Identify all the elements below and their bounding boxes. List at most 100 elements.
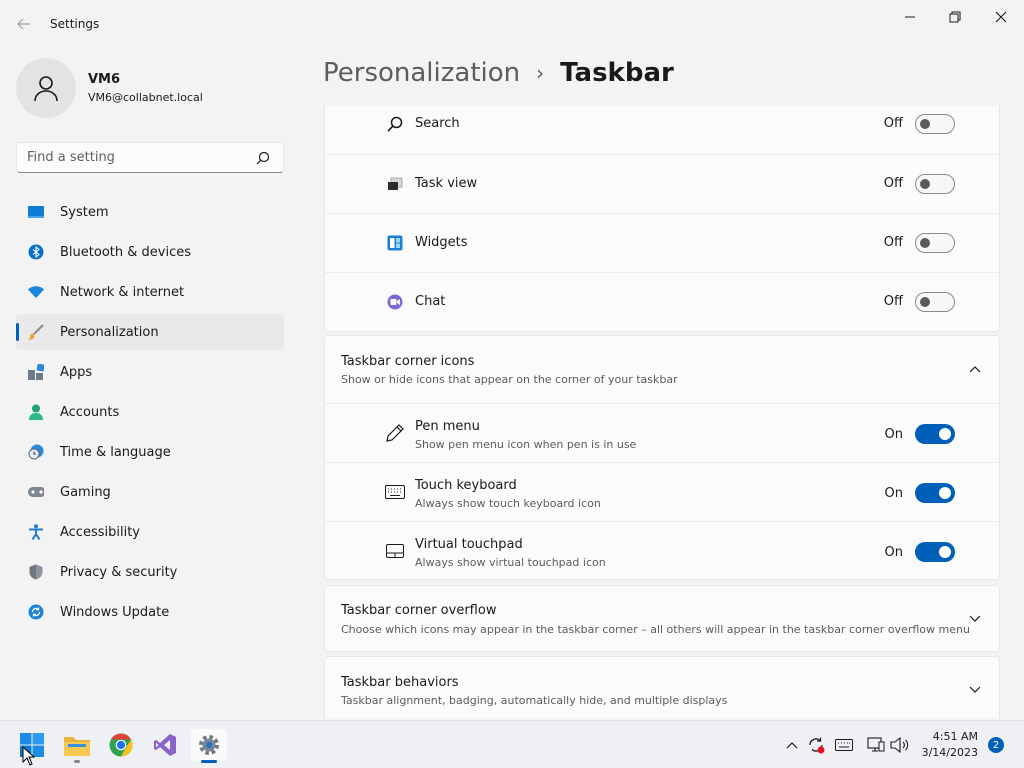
person-icon	[34, 76, 58, 102]
toggle-state-text: On	[884, 545, 903, 560]
gear-icon	[199, 735, 219, 755]
search-box[interactable]	[16, 142, 284, 173]
app-title: Settings	[50, 17, 100, 31]
minimize-button[interactable]	[887, 6, 933, 28]
setting-label: Pen menu	[415, 419, 480, 434]
minimize-icon	[905, 16, 915, 18]
page-title: Taskbar	[560, 58, 674, 88]
sidebar-item-gaming[interactable]: Gaming	[16, 474, 284, 510]
restore-button[interactable]	[932, 6, 978, 28]
sidebar-item-label: Apps	[60, 364, 93, 380]
notification-badge[interactable]: 2	[988, 737, 1004, 753]
touch-keyboard-toggle[interactable]	[915, 483, 955, 503]
toggle-state-text: On	[884, 486, 903, 501]
sidebar-item-apps[interactable]: Apps	[16, 354, 284, 390]
setting-label: Task view	[415, 176, 478, 191]
chevron-down-icon[interactable]	[967, 682, 983, 698]
sidebar-item-accounts[interactable]: Accounts	[16, 394, 284, 430]
chrome-icon	[109, 733, 133, 757]
settings-app-button[interactable]	[191, 729, 227, 763]
setting-row-virtual-touchpad: Virtual touchpad Always show virtual tou…	[325, 521, 999, 580]
profile-name: VM6	[88, 72, 121, 87]
touch-keyboard-tray-icon[interactable]	[834, 735, 854, 755]
chevron-down-icon[interactable]	[967, 611, 983, 627]
avatar	[16, 58, 76, 118]
setting-description: Show pen menu icon when pen is in use	[415, 438, 637, 451]
clock-time: 4:51 AM	[932, 730, 978, 743]
brush-icon	[28, 324, 44, 340]
sidebar-item-label: Time & language	[60, 444, 171, 460]
sync-status-icon[interactable]	[806, 735, 826, 755]
close-button[interactable]	[978, 6, 1024, 28]
sidebar-item-accessibility[interactable]: Accessibility	[16, 514, 284, 550]
accounts-icon	[28, 404, 44, 420]
sidebar-item-label: Bluetooth & devices	[60, 244, 191, 260]
chevron-up-icon[interactable]	[967, 361, 983, 377]
sidebar-item-time-language[interactable]: Time & language	[16, 434, 284, 470]
toggle-state-text: Off	[883, 294, 903, 309]
virtual-touchpad-toggle[interactable]	[915, 542, 955, 562]
toggle-state-text: On	[884, 427, 903, 442]
file-explorer-button[interactable]	[59, 729, 95, 763]
profile-email: VM6@collabnet.local	[88, 91, 203, 104]
user-profile[interactable]: VM6 VM6@collabnet.local	[16, 58, 203, 118]
taskbar-corner-overflow-section[interactable]: Taskbar corner overflow Choose which ico…	[324, 585, 1000, 652]
search-icon[interactable]	[251, 151, 275, 165]
sidebar-item-windows-update[interactable]: Windows Update	[16, 594, 284, 630]
taskbar-corner-icons-section: Taskbar corner icons Show or hide icons …	[324, 335, 1000, 580]
sidebar-item-system[interactable]: System	[16, 194, 284, 230]
setting-description: Always show touch keyboard icon	[415, 497, 601, 510]
pen-menu-toggle[interactable]	[915, 424, 955, 444]
taskbar-behaviors-section[interactable]: Taskbar behaviors Taskbar alignment, bad…	[324, 656, 1000, 718]
task-view-toggle[interactable]	[915, 174, 955, 194]
clock[interactable]: 4:51 AM 3/14/2023	[922, 729, 978, 761]
toggle-state-text: Off	[883, 235, 903, 250]
setting-row-search: Search Off	[325, 106, 999, 154]
sidebar-item-network[interactable]: Network & internet	[16, 274, 284, 310]
volume-icon[interactable]	[890, 735, 910, 755]
shield-icon	[28, 564, 44, 580]
sidebar-item-privacy-security[interactable]: Privacy & security	[16, 554, 284, 590]
setting-label: Widgets	[415, 235, 468, 250]
visual-studio-button[interactable]	[147, 729, 183, 761]
setting-description: Always show virtual touchpad icon	[415, 556, 606, 569]
widgets-toggle[interactable]	[915, 233, 955, 253]
restore-icon	[949, 11, 961, 23]
title-bar: Settings	[0, 0, 1024, 48]
section-subtitle: Taskbar alignment, badging, automaticall…	[341, 694, 728, 707]
apps-icon	[28, 364, 44, 380]
chrome-button[interactable]	[103, 729, 139, 761]
clock-date: 3/14/2023	[921, 746, 978, 759]
gamepad-icon	[28, 484, 44, 500]
back-arrow-icon	[17, 18, 30, 30]
search-toggle[interactable]	[915, 114, 955, 134]
close-icon	[995, 11, 1007, 23]
settings-content[interactable]: Search Off Task view Off Widgets Off Cha…	[324, 106, 1000, 718]
chat-toggle[interactable]	[915, 292, 955, 312]
sidebar-item-label: Accounts	[60, 404, 120, 420]
section-title: Taskbar behaviors	[341, 675, 459, 690]
sidebar-item-label: Personalization	[60, 324, 159, 340]
mouse-cursor-icon	[22, 746, 36, 766]
sidebar-item-bluetooth[interactable]: Bluetooth & devices	[16, 234, 284, 270]
sidebar-item-personalization[interactable]: Personalization	[16, 314, 284, 350]
back-button[interactable]	[12, 12, 36, 36]
setting-row-touch-keyboard: Touch keyboard Always show touch keyboar…	[325, 462, 999, 521]
setting-label: Search	[415, 116, 460, 131]
widgets-icon	[385, 233, 405, 253]
pen-icon	[385, 423, 405, 443]
setting-row-chat: Chat Off	[325, 272, 999, 331]
search-input[interactable]	[27, 150, 251, 165]
search-icon	[385, 114, 405, 134]
show-hidden-icons-chevron[interactable]	[782, 735, 802, 755]
visual-studio-icon	[154, 734, 176, 756]
breadcrumb-parent-link[interactable]: Personalization	[323, 58, 520, 88]
sidebar-item-label: Gaming	[60, 484, 111, 500]
corner-icons-header[interactable]: Taskbar corner icons Show or hide icons …	[325, 336, 999, 403]
breadcrumb-separator: ›	[536, 61, 545, 85]
breadcrumb: Personalization › Taskbar	[323, 58, 674, 88]
section-subtitle: Choose which icons may appear in the tas…	[341, 623, 970, 636]
network-icon[interactable]	[866, 735, 886, 755]
sidebar-item-label: Windows Update	[60, 604, 170, 620]
setting-row-task-view: Task view Off	[325, 154, 999, 213]
